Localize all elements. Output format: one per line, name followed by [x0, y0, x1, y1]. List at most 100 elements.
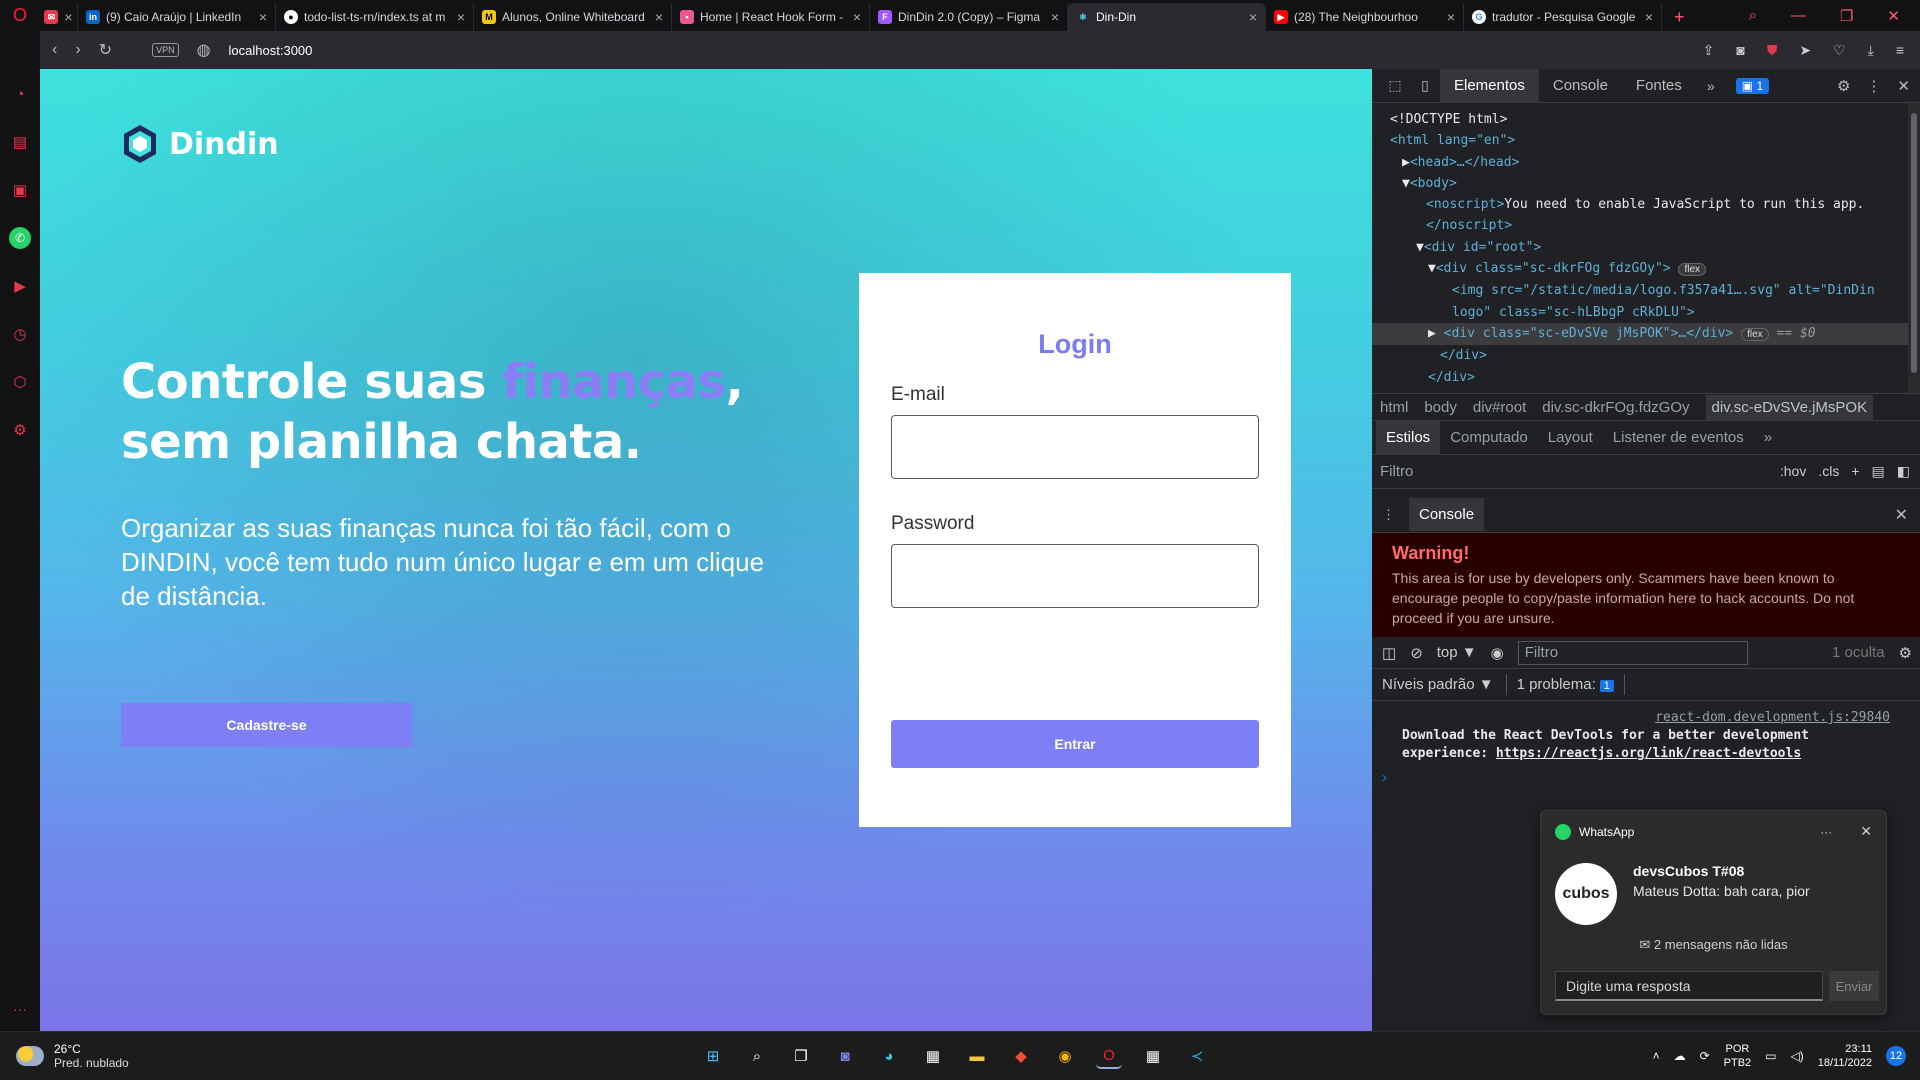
- reload-icon[interactable]: ↻: [99, 40, 112, 60]
- minimize-icon[interactable]: —: [1791, 7, 1806, 24]
- dom-line-selected[interactable]: ▶ <div class="sc-eDvSVe jMsPOK">…</div> …: [1372, 322, 1920, 346]
- tab-din-din[interactable]: ⚛ Din-Din ×: [1068, 3, 1266, 31]
- search-icon[interactable]: ⌕: [744, 1043, 770, 1069]
- tab-github[interactable]: ● todo-list-ts-rn/index.ts at m ×: [276, 3, 474, 31]
- forward-icon[interactable]: ›: [75, 41, 80, 59]
- player-icon[interactable]: ▶: [9, 275, 31, 297]
- tab-youtube[interactable]: ▶ (28) The Neighbourhoo ×: [1266, 3, 1464, 31]
- back-icon[interactable]: ‹: [52, 41, 57, 59]
- vscode-icon[interactable]: ≺: [1184, 1043, 1210, 1069]
- tab-event-listeners[interactable]: Listener de eventos: [1603, 421, 1754, 455]
- new-tab-button[interactable]: +: [1662, 3, 1697, 31]
- crumb-body[interactable]: body: [1424, 399, 1457, 416]
- paint-icon[interactable]: ▤: [1872, 463, 1885, 480]
- dom-line[interactable]: </div>: [1372, 367, 1920, 388]
- tab-linkedin[interactable]: in (9) Caio Araújo | LinkedIn ×: [78, 3, 276, 31]
- flex-chip[interactable]: flex: [1678, 263, 1707, 277]
- windows-start-icon[interactable]: ⊞: [700, 1043, 726, 1069]
- task-view-icon[interactable]: ❐: [788, 1043, 814, 1069]
- add-rule-icon[interactable]: +: [1851, 463, 1859, 480]
- tab-react-hook-form[interactable]: ▪ Home | React Hook Form - ×: [672, 3, 870, 31]
- language-indicator[interactable]: POR PTB2: [1724, 1042, 1752, 1070]
- tab-google[interactable]: G tradutor - Pesquisa Google ×: [1464, 3, 1662, 31]
- tab-styles[interactable]: Estilos: [1376, 420, 1441, 455]
- twitch-icon[interactable]: ▣: [9, 179, 31, 201]
- store-icon[interactable]: ▦: [920, 1043, 946, 1069]
- weather-widget[interactable]: 26°C Pred. nublado: [0, 1042, 300, 1070]
- tab-figma[interactable]: F DinDin 2.0 (Copy) – Figma ×: [870, 3, 1068, 31]
- close-icon[interactable]: ×: [1447, 9, 1455, 25]
- kebab-menu-icon[interactable]: ⋮: [1866, 77, 1881, 95]
- file-explorer-icon[interactable]: ▬: [964, 1043, 990, 1069]
- crumb-wrapper[interactable]: div.sc-dkrFOg.fdzGOy: [1542, 399, 1689, 416]
- dom-line[interactable]: </div>: [1372, 345, 1920, 366]
- issues-badge[interactable]: ▣ 1: [1735, 77, 1770, 94]
- flex-chip[interactable]: flex: [1741, 327, 1769, 341]
- adblock-icon[interactable]: ⛊: [1767, 42, 1778, 59]
- levels-select[interactable]: Níveis padrão ▼: [1382, 676, 1494, 693]
- notifications-badge[interactable]: 12: [1886, 1046, 1906, 1066]
- devtools-link[interactable]: https://reactjs.org/link/react-devtools: [1496, 746, 1801, 761]
- tab-layout[interactable]: Layout: [1538, 421, 1603, 455]
- chevron-up-icon[interactable]: ˄: [1653, 1049, 1660, 1063]
- device-toggle-icon[interactable]: ▯: [1410, 77, 1440, 94]
- heart-icon[interactable]: ♡: [1833, 42, 1846, 59]
- dom-line[interactable]: ▼<div id="root">: [1372, 237, 1920, 258]
- download-icon[interactable]: ⤓: [1868, 42, 1874, 59]
- crumb-html[interactable]: html: [1380, 399, 1408, 416]
- more-style-tabs-icon[interactable]: »: [1754, 421, 1782, 455]
- window-close-icon[interactable]: ✕: [1887, 7, 1900, 25]
- dom-line[interactable]: ▶<head>…</head>: [1372, 152, 1920, 173]
- cloud-icon[interactable]: ☁: [1674, 1049, 1686, 1063]
- clear-console-icon[interactable]: ⊘: [1410, 644, 1423, 662]
- dom-line[interactable]: </noscript>: [1372, 215, 1920, 236]
- enter-button[interactable]: Entrar: [891, 720, 1259, 768]
- close-drawer-icon[interactable]: ✕: [1895, 505, 1920, 525]
- tab-computed[interactable]: Computado: [1440, 421, 1538, 455]
- chrome-icon[interactable]: ◉: [1052, 1043, 1078, 1069]
- menu-icon[interactable]: ≡: [1896, 42, 1904, 59]
- sidebar-toggle-icon[interactable]: ◧: [1897, 463, 1910, 480]
- more-options-icon[interactable]: ···: [1820, 825, 1832, 839]
- console-prompt[interactable]: ›: [1372, 763, 1920, 792]
- dom-scrollbar[interactable]: [1908, 103, 1920, 393]
- close-icon[interactable]: ×: [64, 9, 72, 25]
- drawer-menu-icon[interactable]: ⋮: [1382, 507, 1395, 523]
- dom-line[interactable]: <!DOCTYPE html>: [1372, 109, 1920, 130]
- opera-logo-icon[interactable]: O: [0, 0, 40, 31]
- message-source-link[interactable]: react-dom.development.js:29840: [1402, 709, 1890, 727]
- email-field[interactable]: [891, 415, 1259, 479]
- issues-button[interactable]: 1 problema: 1: [1505, 674, 1625, 695]
- close-icon[interactable]: ×: [1645, 9, 1653, 25]
- send-button[interactable]: Enviar: [1829, 971, 1879, 1001]
- console-filter-input[interactable]: Filtro: [1517, 640, 1748, 665]
- context-select[interactable]: top ▼: [1437, 644, 1477, 661]
- settings-icon[interactable]: ⚙: [9, 419, 31, 441]
- search-tabs-icon[interactable]: ⌕: [1749, 7, 1757, 24]
- whatsapp-icon[interactable]: ✆: [9, 227, 31, 249]
- tab-whiteboard[interactable]: M Alunos, Online Whiteboard ×: [474, 3, 672, 31]
- more-tabs-icon[interactable]: »: [1696, 78, 1726, 94]
- tab-elements[interactable]: Elementos: [1440, 68, 1539, 103]
- calculator-icon[interactable]: ▦: [1140, 1043, 1166, 1069]
- close-icon[interactable]: ×: [853, 9, 861, 25]
- share-icon[interactable]: ⇪: [1703, 42, 1715, 59]
- console-settings-icon[interactable]: ⚙: [1899, 644, 1920, 662]
- signup-button[interactable]: Cadastre-se: [121, 703, 412, 747]
- cube-icon[interactable]: ⬡: [9, 371, 31, 393]
- cls-toggle[interactable]: .cls: [1818, 463, 1839, 480]
- crumb-root[interactable]: div#root: [1473, 399, 1526, 416]
- opera-icon[interactable]: O: [1096, 1043, 1122, 1069]
- reply-input[interactable]: Digite uma resposta: [1555, 971, 1823, 1001]
- volume-icon[interactable]: ◁): [1791, 1049, 1804, 1063]
- tab-sources[interactable]: Fontes: [1622, 69, 1696, 103]
- sidebar-icon[interactable]: ◫: [1382, 644, 1396, 662]
- send-icon[interactable]: ➤: [1799, 42, 1811, 59]
- styles-filter-input[interactable]: Filtro: [1380, 463, 1413, 480]
- dom-line[interactable]: <html lang="en">: [1372, 130, 1920, 151]
- password-field[interactable]: [891, 544, 1259, 608]
- maximize-icon[interactable]: ❐: [1840, 7, 1853, 25]
- gear-icon[interactable]: ⚙: [1837, 77, 1850, 95]
- close-icon[interactable]: ×: [457, 9, 465, 25]
- display-icon[interactable]: ▭: [1765, 1049, 1776, 1063]
